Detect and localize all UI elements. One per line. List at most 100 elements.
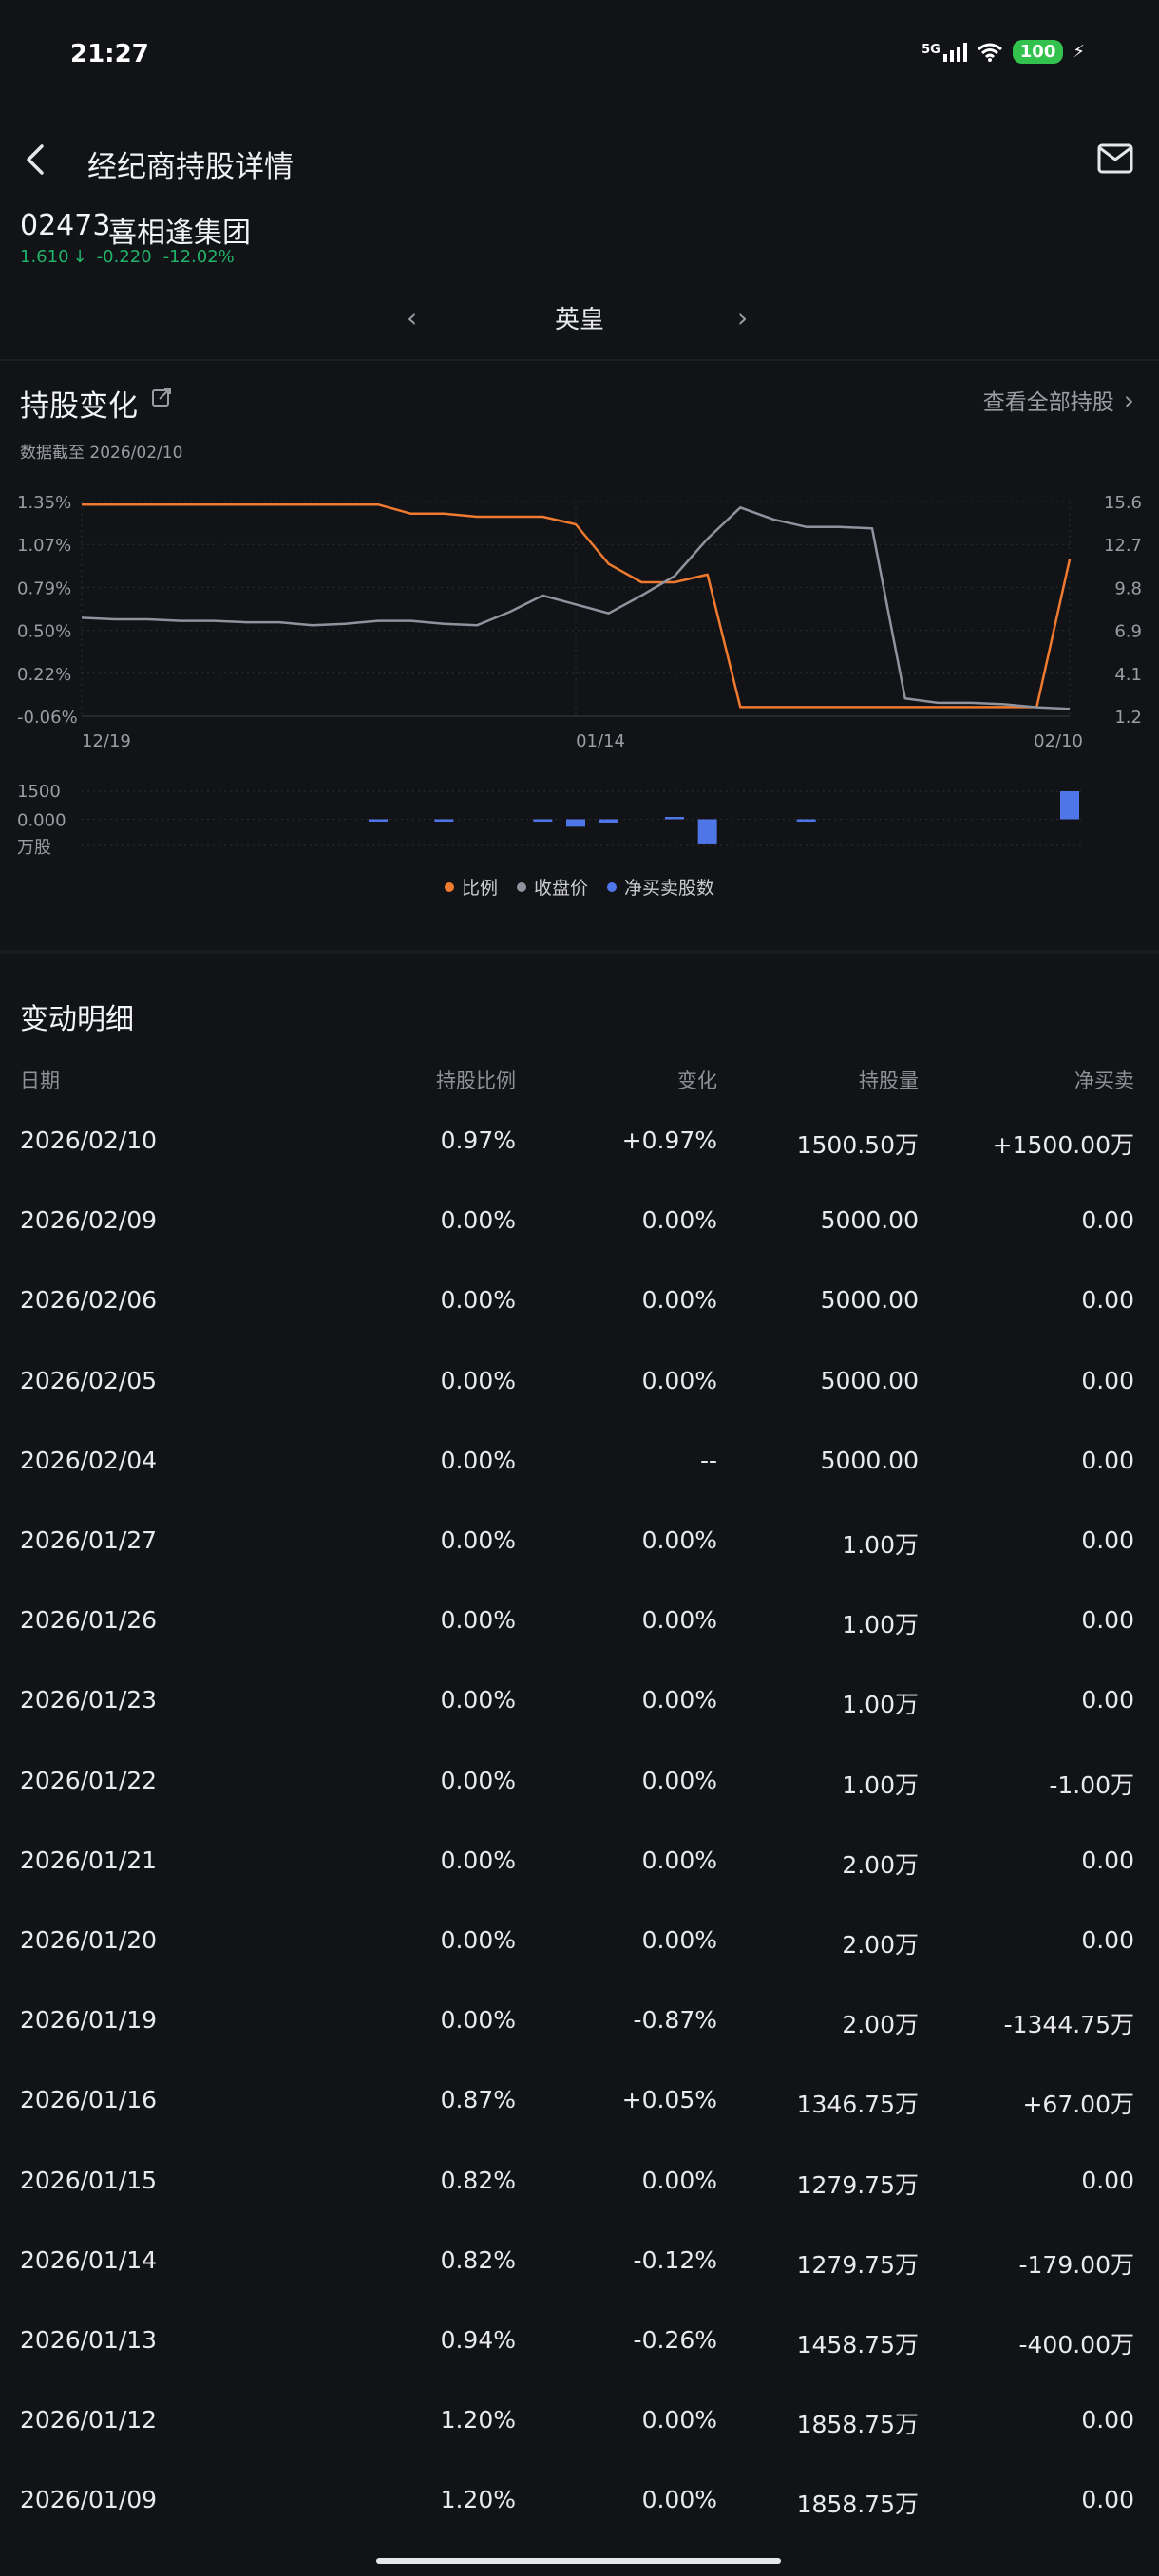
cell-change: 0.00% xyxy=(641,1686,717,1714)
cell-ratio: 0.00% xyxy=(440,1206,516,1235)
cell-shares: 1858.75万 xyxy=(796,2411,919,2439)
cell-shares: 1458.75万 xyxy=(796,2331,919,2358)
chevron-right-icon: › xyxy=(1123,384,1134,416)
cell-shares: 1.00万 xyxy=(842,1691,919,1719)
broker-name: 英皇 xyxy=(554,306,604,334)
legend-item-ratio: 比例 xyxy=(444,874,498,900)
cell-change: 0.00% xyxy=(641,1286,717,1315)
cell-date: 2026/01/15 xyxy=(20,2166,158,2194)
view-all-label: 查看全部持股 xyxy=(982,390,1114,415)
table-row[interactable]: 2026/01/16 0.87% +0.05% 1346.75万 +67.00万 xyxy=(0,2063,1159,2143)
back-icon[interactable] xyxy=(17,141,55,179)
cell-change: +0.05% xyxy=(621,2086,717,2114)
cell-date: 2026/01/23 xyxy=(20,1686,158,1714)
table-row[interactable]: 2026/02/10 0.97% +0.97% 1500.50万 +1500.00万 xyxy=(0,1104,1159,1184)
charging-icon: ⚡ xyxy=(1073,42,1085,62)
cell-shares: 1.00万 xyxy=(842,1771,919,1799)
net-volume-bar xyxy=(369,819,388,822)
right-axis-tick: 9.8 xyxy=(1114,578,1142,598)
table-row[interactable]: 2026/01/19 0.00% -0.87% 2.00万 -1344.75万 xyxy=(0,1983,1159,2063)
table-row[interactable]: 2026/01/26 0.00% 0.00% 1.00万 0.00 xyxy=(0,1583,1159,1663)
column-header-change: 变化 xyxy=(677,1070,717,1092)
left-axis-tick: 1.07% xyxy=(17,536,71,556)
cell-date: 2026/02/04 xyxy=(20,1446,158,1474)
table-row[interactable]: 2026/01/15 0.82% 0.00% 1279.75万 0.00 xyxy=(0,2144,1159,2224)
cell-date: 2026/01/12 xyxy=(20,2406,158,2434)
cell-ratio: 0.87% xyxy=(440,2086,516,2114)
left-axis-tick: 0.50% xyxy=(17,622,71,642)
cell-change: 0.00% xyxy=(641,1366,717,1394)
right-axis-tick: 1.2 xyxy=(1114,708,1142,728)
cell-date: 2026/01/19 xyxy=(20,2006,158,2035)
holding-chart: 1.35% 1.07% 0.79% 0.50% 0.22% -0.06% 15.6 12.7 9… xyxy=(17,493,1142,858)
table-row[interactable]: 2026/02/04 0.00% -- 5000.00 0.00 xyxy=(0,1424,1159,1504)
cell-net: 0.00 xyxy=(1081,1286,1134,1315)
cell-net: 0.00 xyxy=(1081,1526,1134,1554)
divider xyxy=(0,359,1159,361)
cell-date: 2026/01/22 xyxy=(20,1766,158,1794)
cell-date: 2026/02/09 xyxy=(20,1206,158,1235)
right-axis-tick: 6.9 xyxy=(1114,622,1142,642)
legend-dot xyxy=(444,881,454,892)
table-row[interactable]: 2026/01/27 0.00% 0.00% 1.00万 0.00 xyxy=(0,1504,1159,1583)
share-icon[interactable] xyxy=(150,386,173,408)
cell-change: 0.00% xyxy=(641,2486,717,2514)
cell-date: 2026/01/26 xyxy=(20,1606,158,1635)
stock-name: 喜相逢集团 xyxy=(108,217,251,250)
cell-shares: 2.00万 xyxy=(842,2011,919,2039)
left-axis-tick: 0.79% xyxy=(17,578,71,598)
left-axis-tick: -0.06% xyxy=(17,708,78,728)
cell-date: 2026/01/09 xyxy=(20,2486,158,2514)
cell-ratio: 0.00% xyxy=(440,1686,516,1714)
table-row[interactable]: 2026/01/20 0.00% 0.00% 2.00万 0.00 xyxy=(0,1904,1159,1983)
cell-change: +0.97% xyxy=(621,1127,717,1154)
table-row[interactable]: 2026/01/09 1.20% 0.00% 1858.75万 0.00 xyxy=(0,2463,1159,2543)
cell-ratio: 0.82% xyxy=(440,2166,516,2194)
stock-change-pct: -12.02% xyxy=(162,247,235,267)
cell-net: 0.00 xyxy=(1081,1846,1134,1874)
chevron-right-icon[interactable]: › xyxy=(737,302,748,333)
net-volume-bar xyxy=(566,819,585,827)
cell-change: -0.26% xyxy=(633,2326,717,2354)
cell-net: 0.00 xyxy=(1081,1446,1134,1474)
vol-axis-tick: 0.000 xyxy=(17,810,66,830)
left-axis-tick: 0.22% xyxy=(17,665,71,685)
net-volume-bar xyxy=(665,816,684,820)
home-indicator[interactable] xyxy=(376,2558,781,2564)
section-divider xyxy=(0,950,1159,954)
table-row[interactable]: 2026/01/21 0.00% 0.00% 2.00万 0.00 xyxy=(0,1824,1159,1904)
legend-label: 净买卖股数 xyxy=(624,878,715,899)
cell-shares: 1346.75万 xyxy=(796,2091,919,2119)
table-row[interactable]: 2026/02/05 0.00% 0.00% 5000.00 0.00 xyxy=(0,1344,1159,1424)
left-axis-tick: 1.35% xyxy=(17,493,71,513)
table-row[interactable]: 2026/01/14 0.82% -0.12% 1279.75万 -179.00万 xyxy=(0,2224,1159,2303)
net-volume-bar xyxy=(1060,791,1079,820)
table-row[interactable]: 2026/01/12 1.20% 0.00% 1858.75万 0.00 xyxy=(0,2383,1159,2463)
cell-shares: 1.00万 xyxy=(842,1531,919,1559)
cell-change: 0.00% xyxy=(641,1766,717,1794)
cell-change: 0.00% xyxy=(641,2166,717,2194)
x-axis-tick: 12/19 xyxy=(82,731,131,751)
net-volume-bar xyxy=(796,819,816,822)
cell-shares: 5000.00 xyxy=(820,1446,919,1474)
table-row[interactable]: 2026/02/09 0.00% 0.00% 5000.00 0.00 xyxy=(0,1184,1159,1263)
view-all-holdings-link[interactable]: 查看全部持股 › xyxy=(983,384,1134,416)
table-row[interactable]: 2026/01/22 0.00% 0.00% 1.00万 -1.00万 xyxy=(0,1744,1159,1824)
mail-icon[interactable] xyxy=(1096,142,1134,175)
table-row[interactable]: 2026/02/06 0.00% 0.00% 5000.00 0.00 xyxy=(0,1263,1159,1343)
cell-date: 2026/01/21 xyxy=(20,1846,158,1874)
cell-change: -0.12% xyxy=(633,2245,717,2274)
cell-change: 0.00% xyxy=(641,1926,717,1954)
cell-date: 2026/02/05 xyxy=(20,1366,158,1394)
table-row[interactable]: 2026/01/23 0.00% 0.00% 1.00万 0.00 xyxy=(0,1663,1159,1743)
column-header-net: 净买卖 xyxy=(1074,1070,1134,1092)
x-axis-tick: 02/10 xyxy=(1034,731,1083,751)
net-volume-bar xyxy=(533,819,553,822)
cell-net: 0.00 xyxy=(1081,1926,1134,1954)
stock-quote: 1.610 ↓ -0.220 -12.02% xyxy=(20,247,235,267)
table-row[interactable]: 2026/01/13 0.94% -0.26% 1458.75万 -400.00万 xyxy=(0,2303,1159,2383)
column-header-date: 日期 xyxy=(20,1070,60,1092)
cell-shares: 1.00万 xyxy=(842,1611,919,1639)
cell-shares: 1858.75万 xyxy=(796,2491,919,2519)
right-axis-tick: 15.6 xyxy=(1104,493,1142,513)
